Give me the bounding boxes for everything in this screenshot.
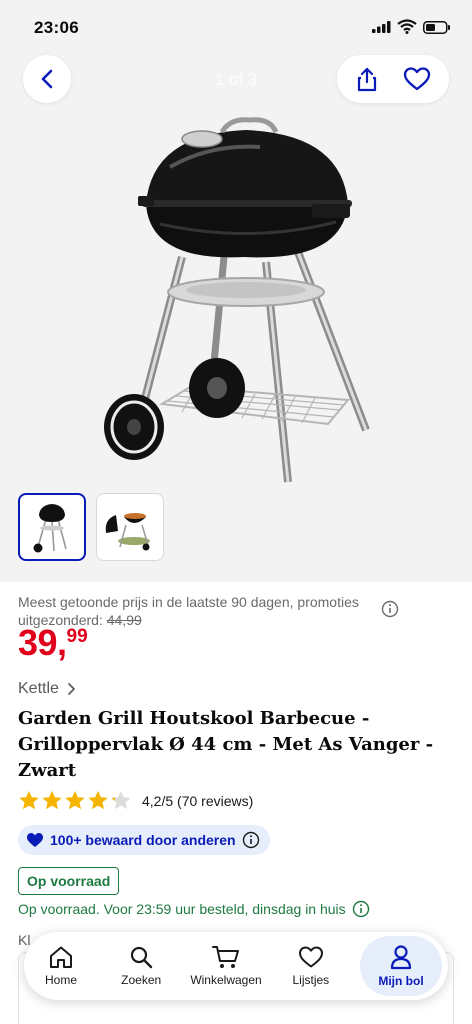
star-icon <box>88 790 108 810</box>
status-bar: 23:06 <box>0 0 472 56</box>
battery-icon <box>423 21 450 34</box>
user-icon <box>390 945 412 970</box>
section-label-partial: Kl <box>18 932 31 948</box>
brand-link[interactable]: Kettle <box>18 680 76 698</box>
star-icon <box>111 790 131 810</box>
tab-label: Zoeken <box>121 973 162 987</box>
delivery-text: Op voorraad. Voor 23:59 uur besteld, din… <box>18 901 346 917</box>
tab-cart[interactable]: Winkelwagen <box>190 936 262 996</box>
saved-by-others-badge[interactable]: 100+ bewaard door anderen <box>18 825 270 855</box>
tab-search[interactable]: Zoeken <box>110 936 172 996</box>
info-icon <box>242 831 259 849</box>
tab-home[interactable]: Home <box>30 936 92 996</box>
header-actions <box>337 55 449 103</box>
heart-icon <box>298 946 323 968</box>
old-price: 44,99 <box>106 612 142 628</box>
saved-count-text: 100+ bewaard door anderen <box>50 832 236 848</box>
bottom-tab-bar: Home Zoeken Winkelwagen Lijstjes Mijn bo… <box>24 932 448 1000</box>
delivery-info[interactable]: Op voorraad. Voor 23:59 uur besteld, din… <box>18 900 370 918</box>
rating-stars <box>18 790 132 811</box>
status-time: 23:06 <box>34 18 79 37</box>
heart-filled-icon <box>27 833 43 847</box>
tab-label: Winkelwagen <box>190 973 262 987</box>
product-title: Garden Grill Houtskool Barbecue - Grillo… <box>18 708 434 781</box>
tab-lists[interactable]: Lijstjes <box>280 936 342 996</box>
info-icon <box>352 900 369 918</box>
home-icon <box>50 946 72 968</box>
search-icon <box>131 946 153 969</box>
star-icon <box>42 790 62 810</box>
thumbnail-2[interactable] <box>96 493 164 561</box>
star-icon <box>19 790 39 810</box>
thumbnail-image <box>33 504 67 553</box>
chevron-right-icon <box>68 683 75 695</box>
star-icon <box>65 790 85 810</box>
tab-label: Lijstjes <box>292 973 330 987</box>
info-icon[interactable] <box>381 600 399 618</box>
share-icon[interactable] <box>355 66 379 92</box>
price-cents: 99 <box>66 626 88 647</box>
signal-icon <box>372 21 391 33</box>
thumbnail-image <box>105 513 150 551</box>
tab-label: Mijn bol <box>378 974 424 988</box>
stock-badge: Op voorraad <box>18 867 120 895</box>
rating-summary: 4,2/5 (70 reviews) <box>142 792 254 809</box>
rating[interactable]: 4,2/5 (70 reviews) <box>18 790 253 811</box>
cart-icon <box>212 946 239 968</box>
heart-icon[interactable] <box>403 66 431 92</box>
price: 39,99 <box>18 622 88 664</box>
wifi-icon <box>397 19 417 34</box>
tab-my-account[interactable]: Mijn bol <box>360 936 442 996</box>
brand-name: Kettle <box>18 680 59 697</box>
product-image <box>104 117 370 483</box>
price-main: 39, <box>18 622 67 663</box>
tab-label: Home <box>44 973 77 987</box>
thumbnail-1[interactable] <box>18 493 86 561</box>
